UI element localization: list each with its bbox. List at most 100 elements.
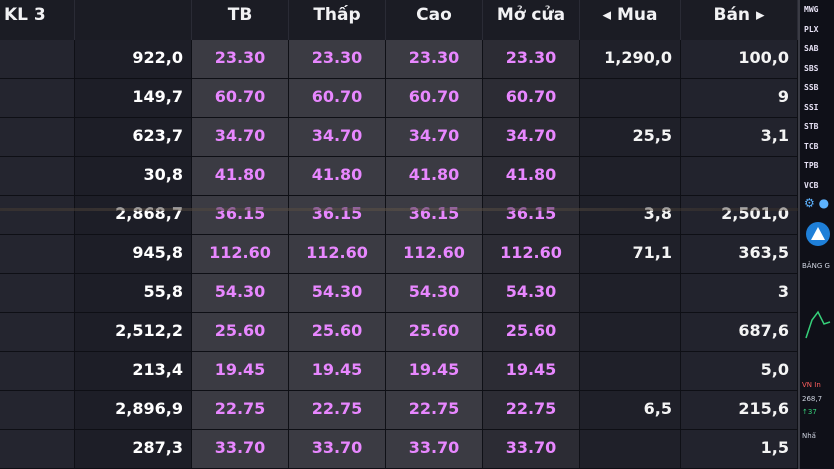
kl-gap (0, 235, 75, 273)
mua-value (580, 79, 681, 117)
ticker-item[interactable]: PLX (800, 20, 834, 40)
kl-value: 2,896,9 (75, 391, 192, 429)
thap-value: 19.45 (289, 352, 386, 390)
mo-cua-value: 19.45 (483, 352, 580, 390)
mo-cua-value: 36.15 (483, 196, 580, 234)
mo-cua-value: 112.60 (483, 235, 580, 273)
mua-value: 3,8 (580, 196, 681, 234)
kl-gap (0, 352, 75, 390)
header-mua: ◂ Mua (580, 0, 681, 40)
mo-cua-value: 41.80 (483, 157, 580, 195)
thap-value: 23.30 (289, 40, 386, 78)
tb-value: 54.30 (192, 274, 289, 312)
table-row: 945,8 112.60 112.60 112.60 112.60 71,1 3… (0, 235, 798, 274)
header-mo-cua: Mở cửa (483, 0, 580, 40)
table-row: 149,7 60.70 60.70 60.70 60.70 9 (0, 79, 798, 118)
kl-gap (0, 118, 75, 156)
thap-value: 36.15 (289, 196, 386, 234)
ban-value: 3,1 (681, 118, 798, 156)
cao-value: 60.70 (386, 79, 483, 117)
ban-value (681, 157, 798, 195)
tb-value: 33.70 (192, 430, 289, 468)
cao-value: 23.30 (386, 40, 483, 78)
thap-value: 60.70 (289, 79, 386, 117)
cao-value: 19.45 (386, 352, 483, 390)
cao-value: 33.70 (386, 430, 483, 468)
thap-value: 33.70 (289, 430, 386, 468)
kl-value: 623,7 (75, 118, 192, 156)
ticker-item[interactable]: STB (800, 117, 834, 137)
thap-value: 25.60 (289, 313, 386, 351)
sidebar-note: Nhấ (802, 432, 816, 440)
ban-value: 9 (681, 79, 798, 117)
ban-value: 363,5 (681, 235, 798, 273)
mua-value (580, 274, 681, 312)
mua-value (580, 430, 681, 468)
kl-gap (0, 430, 75, 468)
ticker-item[interactable]: TPB (800, 156, 834, 176)
brand-logo-icon (806, 222, 830, 246)
mo-cua-value: 34.70 (483, 118, 580, 156)
cao-value: 54.30 (386, 274, 483, 312)
thap-value: 22.75 (289, 391, 386, 429)
ban-value: 3 (681, 274, 798, 312)
ticker-item[interactable]: TCB (800, 137, 834, 157)
ban-value: 1,5 (681, 430, 798, 468)
table-row: 2,512,2 25.60 25.60 25.60 25.60 687,6 (0, 313, 798, 352)
mo-cua-value: 54.30 (483, 274, 580, 312)
table-row: 623,7 34.70 34.70 34.70 34.70 25,5 3,1 (0, 118, 798, 157)
tb-value: 25.60 (192, 313, 289, 351)
quote-rows: 922,0 23.30 23.30 23.30 23.30 1,290,0 10… (0, 40, 798, 469)
ticker-item[interactable]: SSB (800, 78, 834, 98)
cao-value: 22.75 (386, 391, 483, 429)
mua-value (580, 352, 681, 390)
cao-value: 34.70 (386, 118, 483, 156)
thap-value: 34.70 (289, 118, 386, 156)
mo-cua-value: 22.75 (483, 391, 580, 429)
cao-value: 25.60 (386, 313, 483, 351)
table-row: 55,8 54.30 54.30 54.30 54.30 3 (0, 274, 798, 313)
header-tb: TB (192, 0, 289, 40)
table-row: 287,3 33.70 33.70 33.70 33.70 1,5 (0, 430, 798, 469)
ticker-item[interactable]: SBS (800, 59, 834, 79)
ticker-item[interactable]: MWG (800, 0, 834, 20)
tb-value: 34.70 (192, 118, 289, 156)
cao-value: 112.60 (386, 235, 483, 273)
mua-value: 6,5 (580, 391, 681, 429)
index-value: 268,7 (802, 395, 823, 403)
kl-gap (0, 40, 75, 78)
table-row: 922,0 23.30 23.30 23.30 23.30 1,290,0 10… (0, 40, 798, 79)
kl-value: 287,3 (75, 430, 192, 468)
settings-icon[interactable]: ⚙ ● (804, 196, 832, 214)
ban-value: 687,6 (681, 313, 798, 351)
ticker-item[interactable]: SAB (800, 39, 834, 59)
ban-value: 2,501,0 (681, 196, 798, 234)
kl-gap (0, 157, 75, 195)
kl-gap (0, 274, 75, 312)
ticker-item[interactable]: VCB (800, 176, 834, 196)
ban-value: 100,0 (681, 40, 798, 78)
ticker-sidebar: MWG PLX SAB SBS SSB SSI STB TCB TPB VCB … (798, 0, 834, 469)
tb-value: 19.45 (192, 352, 289, 390)
kl-value: 30,8 (75, 157, 192, 195)
thap-value: 41.80 (289, 157, 386, 195)
kl-value: 55,8 (75, 274, 192, 312)
mo-cua-value: 25.60 (483, 313, 580, 351)
ticker-item[interactable]: SSI (800, 98, 834, 118)
table-header: KL 3 TB Thấp Cao Mở cửa ◂ Mua Bán ▸ (0, 0, 798, 40)
mua-value: 1,290,0 (580, 40, 681, 78)
kl-value: 213,4 (75, 352, 192, 390)
header-kl-spacer (75, 0, 192, 40)
index-change: ↑37 (802, 408, 817, 416)
tb-value: 22.75 (192, 391, 289, 429)
mua-value: 71,1 (580, 235, 681, 273)
kl-gap (0, 391, 75, 429)
index-name: VN In (802, 381, 821, 389)
kl-value: 922,0 (75, 40, 192, 78)
ban-value: 215,6 (681, 391, 798, 429)
tb-value: 23.30 (192, 40, 289, 78)
price-board: KL 3 TB Thấp Cao Mở cửa ◂ Mua Bán ▸ 922,… (0, 0, 834, 469)
header-kl: KL 3 (0, 0, 75, 40)
table-row: 2,868,7 36.15 36.15 36.15 36.15 3,8 2,50… (0, 196, 798, 235)
mua-value: 25,5 (580, 118, 681, 156)
